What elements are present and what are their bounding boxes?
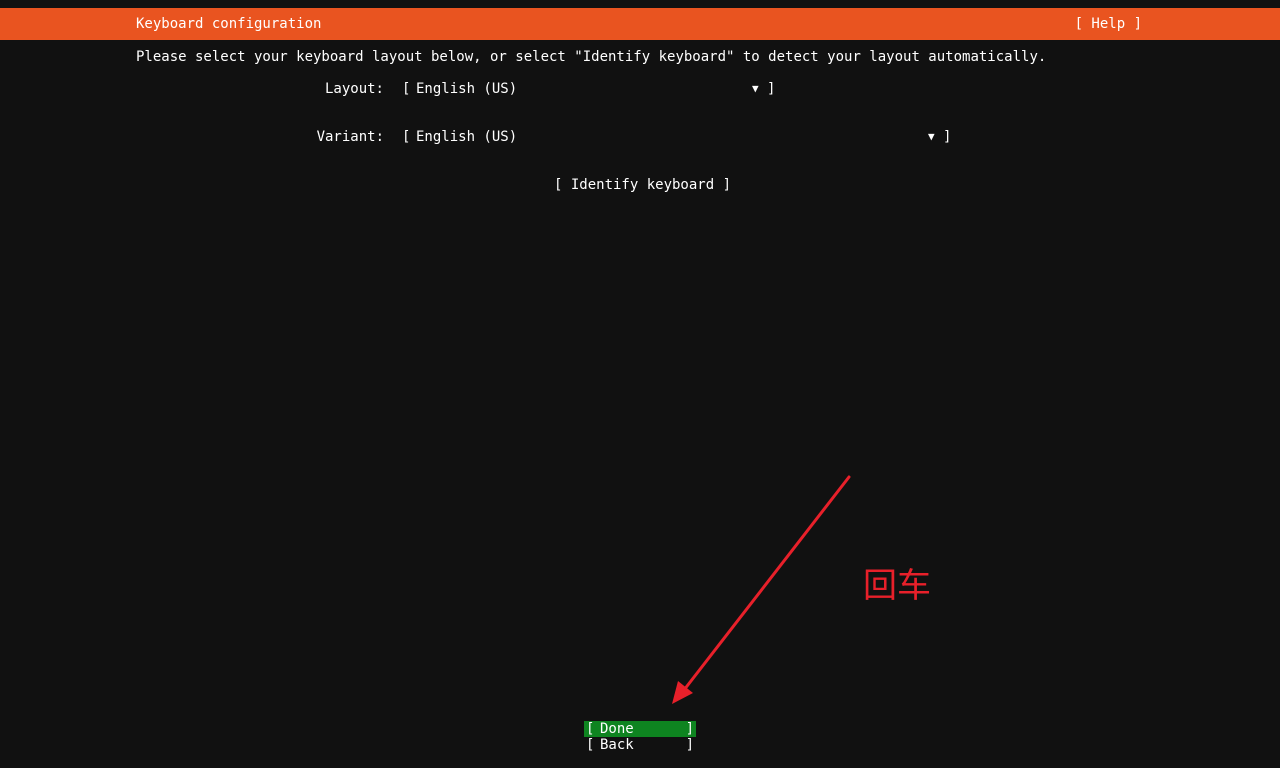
annotation-arrow-icon bbox=[672, 475, 851, 704]
annotation-label: 回车 bbox=[863, 566, 931, 606]
